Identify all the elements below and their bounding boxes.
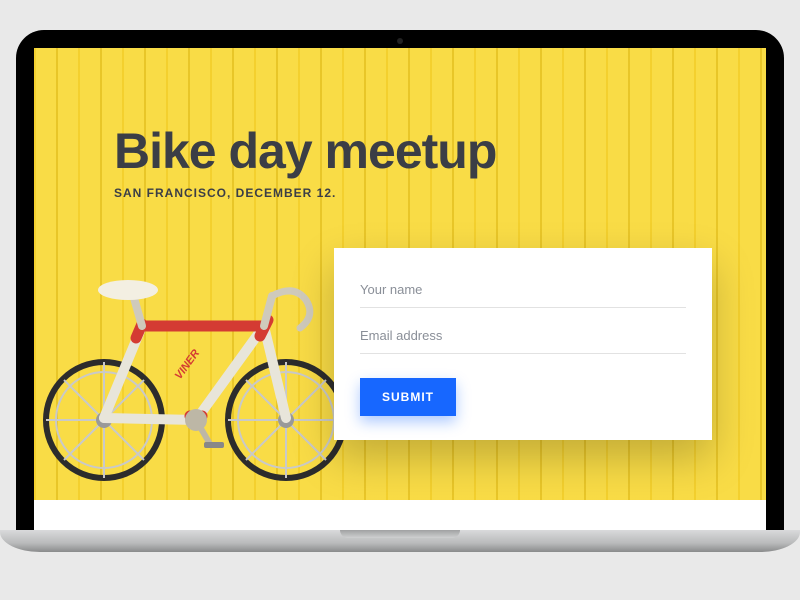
signup-card: SUBMIT: [334, 248, 712, 440]
footer-strip: [34, 500, 766, 530]
page-subtitle: SAN FRANCISCO, DECEMBER 12.: [114, 186, 726, 200]
laptop-base: [0, 530, 800, 552]
hero-section: Bike day meetup SAN FRANCISCO, DECEMBER …: [34, 48, 766, 500]
svg-text:VINER: VINER: [173, 347, 203, 381]
laptop-frame: Bike day meetup SAN FRANCISCO, DECEMBER …: [16, 30, 784, 530]
screen: Bike day meetup SAN FRANCISCO, DECEMBER …: [34, 48, 766, 530]
submit-button[interactable]: SUBMIT: [360, 378, 456, 416]
page-title: Bike day meetup: [114, 126, 726, 176]
name-input[interactable]: [360, 270, 686, 308]
email-input[interactable]: [360, 316, 686, 354]
bicycle-illustration: VINER: [34, 240, 364, 480]
heading-block: Bike day meetup SAN FRANCISCO, DECEMBER …: [114, 126, 726, 200]
bicycle-icon: VINER: [34, 240, 364, 480]
camera-dot: [397, 38, 403, 44]
